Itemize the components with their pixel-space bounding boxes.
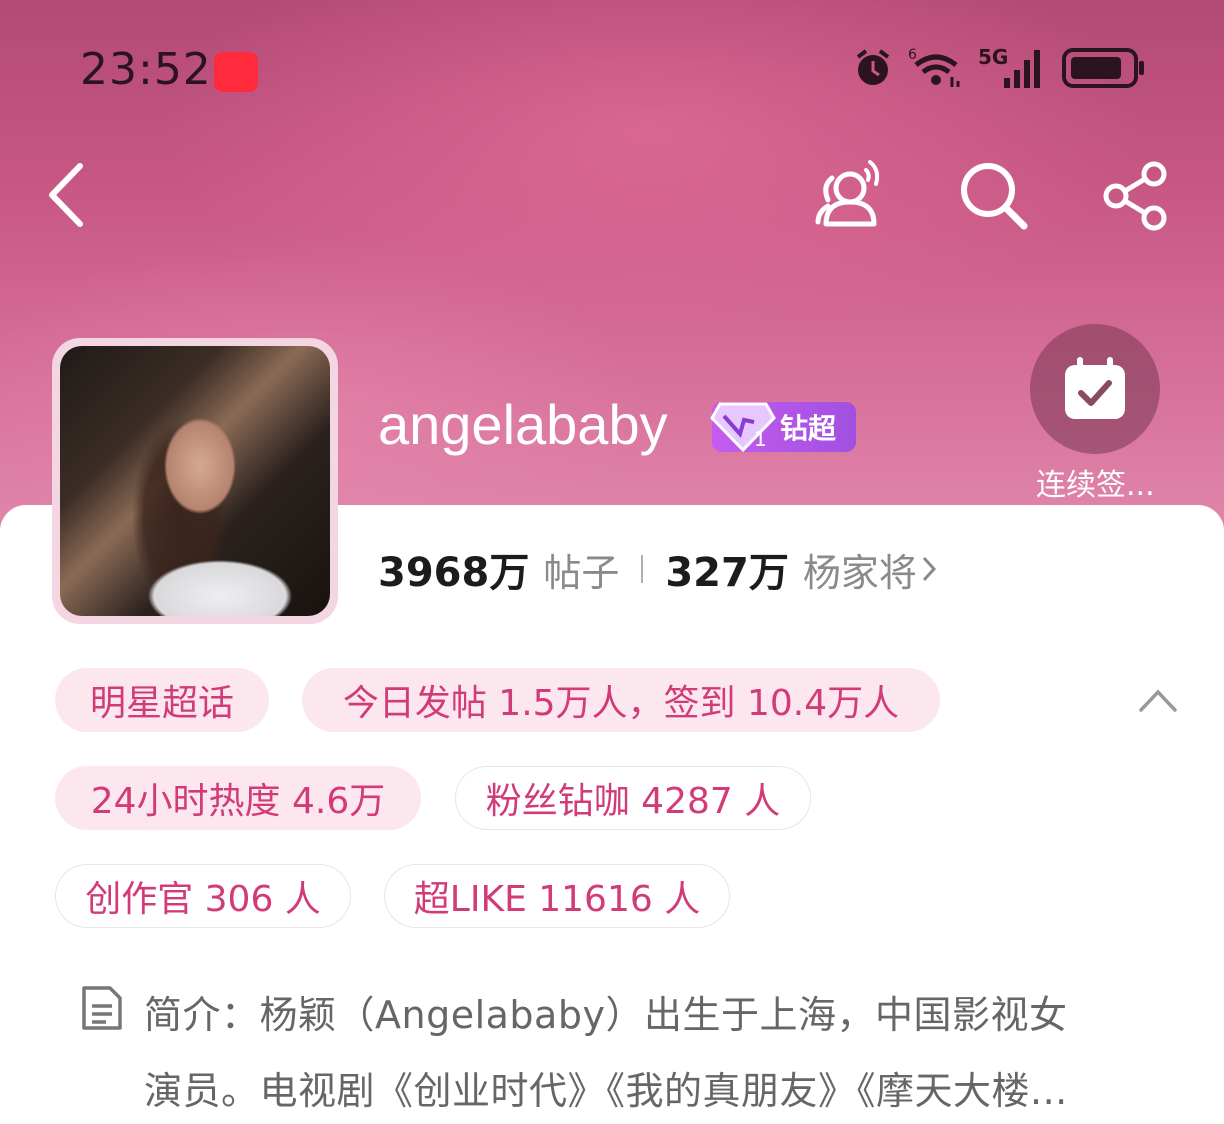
- chevron-up-icon[interactable]: [1138, 684, 1178, 714]
- checkin-button[interactable]: [1030, 324, 1160, 454]
- diamond-super-badge[interactable]: 1 钻超: [710, 402, 856, 452]
- friends-icon[interactable]: [812, 154, 892, 234]
- tag-creator[interactable]: 创作官 306 人: [55, 864, 351, 928]
- status-icons: 6 5G: [852, 46, 1146, 90]
- search-icon[interactable]: [958, 160, 1030, 232]
- back-icon[interactable]: [42, 160, 98, 230]
- tag-daily-activity[interactable]: 今日发帖 1.5万人，签到 10.4万人: [302, 668, 940, 732]
- fans-count[interactable]: 327万: [665, 540, 789, 598]
- badge-label: 钻超: [780, 412, 837, 445]
- avatar[interactable]: [52, 338, 338, 624]
- diamond-icon: 1: [710, 402, 776, 452]
- calendar-check-icon: [1065, 357, 1125, 419]
- stat-divider: [641, 555, 644, 583]
- alarm-icon: [856, 49, 890, 85]
- posts-count: 3968万: [378, 550, 530, 596]
- fans-label[interactable]: 杨家将: [803, 542, 917, 597]
- app-notification-icon: [214, 52, 258, 92]
- tag-star-topic[interactable]: 明星超话: [55, 668, 269, 732]
- share-icon[interactable]: [1100, 160, 1172, 232]
- svg-text:6: 6: [908, 47, 917, 63]
- tag-super-like[interactable]: 超LIKE 11616 人: [384, 864, 730, 928]
- battery-icon: [1062, 48, 1144, 88]
- profile-stats: 3968万 帖子 327万 杨家将: [378, 540, 937, 598]
- document-icon: [82, 986, 122, 1030]
- posts-label: 帖子: [543, 550, 620, 595]
- svg-text:1: 1: [754, 427, 767, 451]
- tag-24h-heat[interactable]: 24小时热度 4.6万: [55, 766, 421, 830]
- svg-text:5G: 5G: [978, 46, 1008, 69]
- intro-text-line-2[interactable]: 演员。电视剧《创业时代》《我的真朋友》《摩天大楼...: [144, 1060, 1068, 1115]
- avatar-photo: [60, 346, 330, 616]
- tag-fan-diamond[interactable]: 粉丝钻咖 4287 人: [455, 766, 811, 830]
- chevron-right-icon[interactable]: [921, 555, 937, 583]
- cellular-signal-icon: 5G: [978, 46, 1040, 88]
- status-time: 23:52: [80, 44, 212, 95]
- checkin-label: 连续签...: [1036, 468, 1155, 503]
- profile-name: angelababy: [378, 393, 668, 456]
- intro-text-line-1[interactable]: 简介：杨颖（Angelababy）出生于上海，中国影视女: [144, 984, 1067, 1039]
- wifi-icon: 6: [908, 47, 960, 87]
